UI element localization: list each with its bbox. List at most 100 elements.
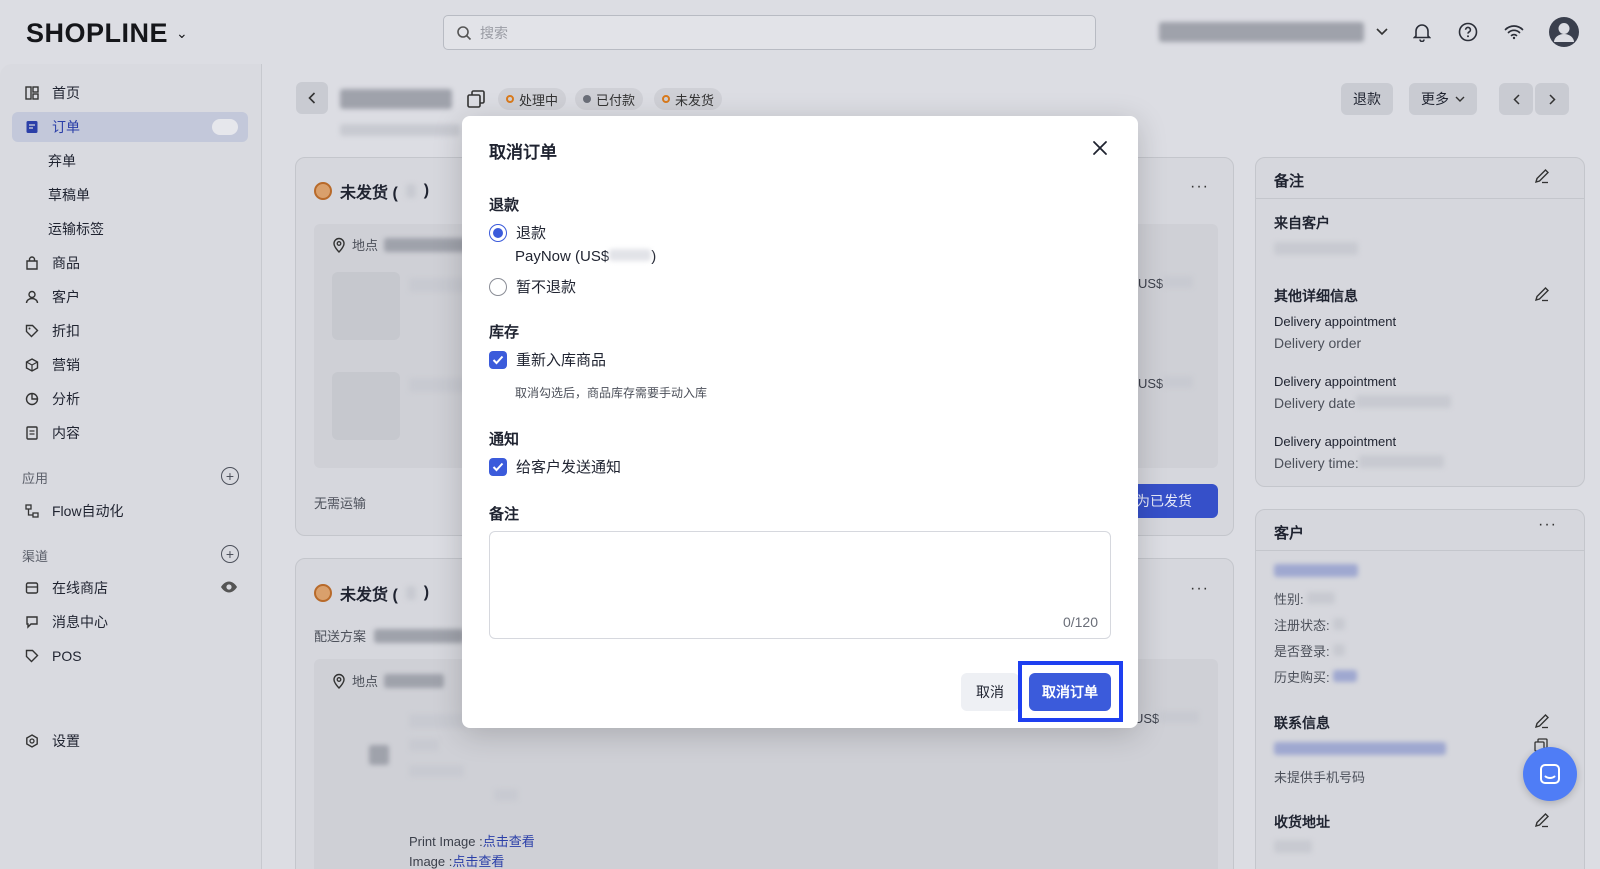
confirm-cancel-order-button[interactable]: 取消订单 <box>1029 673 1111 711</box>
back-button[interactable] <box>296 82 328 114</box>
box-icon <box>24 357 40 373</box>
sidebar-item-abandoned[interactable]: 弃单 <box>12 146 248 176</box>
sidebar-item-analytics[interactable]: 分析 <box>12 384 248 414</box>
edit-contact-icon[interactable] <box>1534 713 1550 732</box>
field-value <box>1307 592 1336 604</box>
edit-notes-icon[interactable] <box>1534 168 1550 187</box>
status-badge-unfulfilled: 未发货 <box>654 88 723 110</box>
more-options-icon[interactable]: ··· <box>1538 516 1557 534</box>
more-button[interactable]: 更多 <box>1409 83 1477 115</box>
delivery-plan-row: 配送方案 <box>314 626 465 645</box>
price-currency: US$ <box>1138 376 1164 391</box>
edit-details-icon[interactable] <box>1534 286 1550 305</box>
radio-unselected-icon <box>489 277 507 296</box>
location-value <box>384 673 445 688</box>
chevron-left-icon <box>308 92 316 104</box>
logo-text: SHOPLINE <box>26 18 169 48</box>
sidebar-item-drafts[interactable]: 草稿单 <box>12 180 248 210</box>
sidebar-item-marketing[interactable]: 营销 <box>12 350 248 380</box>
sidebar-item-discounts[interactable]: 折扣 <box>12 316 248 346</box>
refund-option-label: 退款 <box>516 225 547 242</box>
print-image-link[interactable]: 点击查看 <box>483 834 535 849</box>
close-icon[interactable] <box>1088 136 1112 160</box>
customer-title: 客户 <box>1274 525 1305 542</box>
user-icon <box>24 289 40 305</box>
avatar[interactable] <box>1548 16 1580 48</box>
detail-line: Delivery appointment <box>1274 434 1397 449</box>
customer-name[interactable] <box>1274 564 1358 577</box>
prev-order-button[interactable] <box>1499 83 1533 115</box>
add-channel-icon[interactable]: + <box>221 545 239 563</box>
print-image-label: Print Image : <box>409 834 483 849</box>
notes-textarea[interactable]: 0/120 <box>489 531 1111 639</box>
field-label: 性别: <box>1274 592 1304 607</box>
more-options-icon[interactable]: ··· <box>1190 580 1209 598</box>
notify-checkbox[interactable]: 给客户发送通知 <box>489 456 621 477</box>
sidebar-item-shipping-labels[interactable]: 运输标签 <box>12 214 248 244</box>
sidebar-item-label: 首页 <box>52 85 80 101</box>
customer-field: 是否登录: <box>1274 641 1346 660</box>
refund-button[interactable]: 退款 <box>1341 83 1393 115</box>
tag-icon <box>24 323 40 339</box>
sidebar-item-content[interactable]: 内容 <box>12 418 248 448</box>
image-link[interactable]: 点击查看 <box>452 854 504 869</box>
sidebar-item-customers[interactable]: 客户 <box>12 282 248 312</box>
no-refund-radio[interactable]: 暂不退款 <box>489 276 576 297</box>
pos-icon <box>24 648 40 664</box>
search-placeholder: 搜索 <box>480 24 508 41</box>
gear-icon <box>24 733 40 749</box>
eye-icon[interactable] <box>220 580 238 597</box>
customer-card: 客户 ··· 性别: 注册状态: 是否登录: 历史购买: 联系信息 未提供手机号… <box>1255 509 1585 869</box>
status-dot <box>506 95 514 103</box>
radio-selected-icon <box>489 223 507 242</box>
sidebar-item-pos[interactable]: POS <box>12 641 248 671</box>
order-icon <box>24 119 40 135</box>
customer-email[interactable] <box>1274 742 1446 755</box>
copy-icon[interactable] <box>466 89 486 112</box>
sidebar-item-label: POS <box>52 648 82 664</box>
sidebar-item-products[interactable]: 商品 <box>12 248 248 278</box>
sidebar-item-label: 运输标签 <box>48 221 104 237</box>
detail-value <box>1355 395 1451 408</box>
next-order-button[interactable] <box>1535 83 1569 115</box>
refund-amount <box>609 249 652 261</box>
store-logo[interactable]: SHOPLINE ⌄ <box>26 18 188 49</box>
restock-checkbox[interactable]: 重新入库商品 <box>489 349 606 370</box>
chat-button[interactable] <box>1523 747 1577 801</box>
store-icon <box>24 580 40 596</box>
edit-address-icon[interactable] <box>1534 812 1550 831</box>
no-refund-option-label: 暂不退款 <box>516 279 577 296</box>
price-value <box>1163 376 1194 388</box>
location-pin-icon <box>333 673 345 689</box>
sidebar-item-flow[interactable]: Flow自动化 <box>12 496 248 526</box>
add-app-icon[interactable]: + <box>221 467 239 485</box>
sidebar-item-message-center[interactable]: 消息中心 <box>12 607 248 637</box>
refund-radio[interactable]: 退款 <box>489 222 546 243</box>
wifi-icon[interactable] <box>1502 20 1526 44</box>
notify-section-title: 通知 <box>489 431 520 448</box>
store-switcher[interactable] <box>1159 22 1388 42</box>
help-icon[interactable] <box>1456 20 1480 44</box>
more-options-icon[interactable]: ··· <box>1190 178 1209 196</box>
sidebar-item-settings[interactable]: 设置 <box>12 726 248 756</box>
bag-icon <box>24 255 40 271</box>
card-title-text: 未发货 ( <box>340 185 398 202</box>
no-shipping-label: 无需运输 <box>314 496 367 511</box>
sidebar-item-online-store[interactable]: 在线商店 <box>12 573 248 603</box>
sidebar-item-orders[interactable]: 订单 <box>12 112 248 142</box>
cancel-order-dialog: 取消订单 退款 退款 PayNow (US$) 暂不退款 库存 重新入库商品 取… <box>462 116 1138 728</box>
sidebar-item-label: 弃单 <box>48 153 76 169</box>
sidebar-item-label: 内容 <box>52 425 80 441</box>
sidebar-item-label: 在线商店 <box>52 580 108 596</box>
sidebar-item-home[interactable]: 首页 <box>12 78 248 108</box>
product-qty <box>494 789 518 801</box>
bell-icon[interactable] <box>1410 20 1434 44</box>
search-input[interactable]: 搜索 <box>443 15 1096 50</box>
status-label: 已付款 <box>596 92 636 108</box>
product-name <box>409 714 469 728</box>
chevron-down-icon <box>1455 96 1465 102</box>
sidebar: 首页 订单 弃单 草稿单 运输标签 商品 客户 折扣 营销 分析 内容 应用 + <box>0 64 262 869</box>
sidebar-item-label: 分析 <box>52 391 80 407</box>
sidebar-item-label: 商品 <box>52 255 80 271</box>
cancel-button[interactable]: 取消 <box>961 673 1019 711</box>
